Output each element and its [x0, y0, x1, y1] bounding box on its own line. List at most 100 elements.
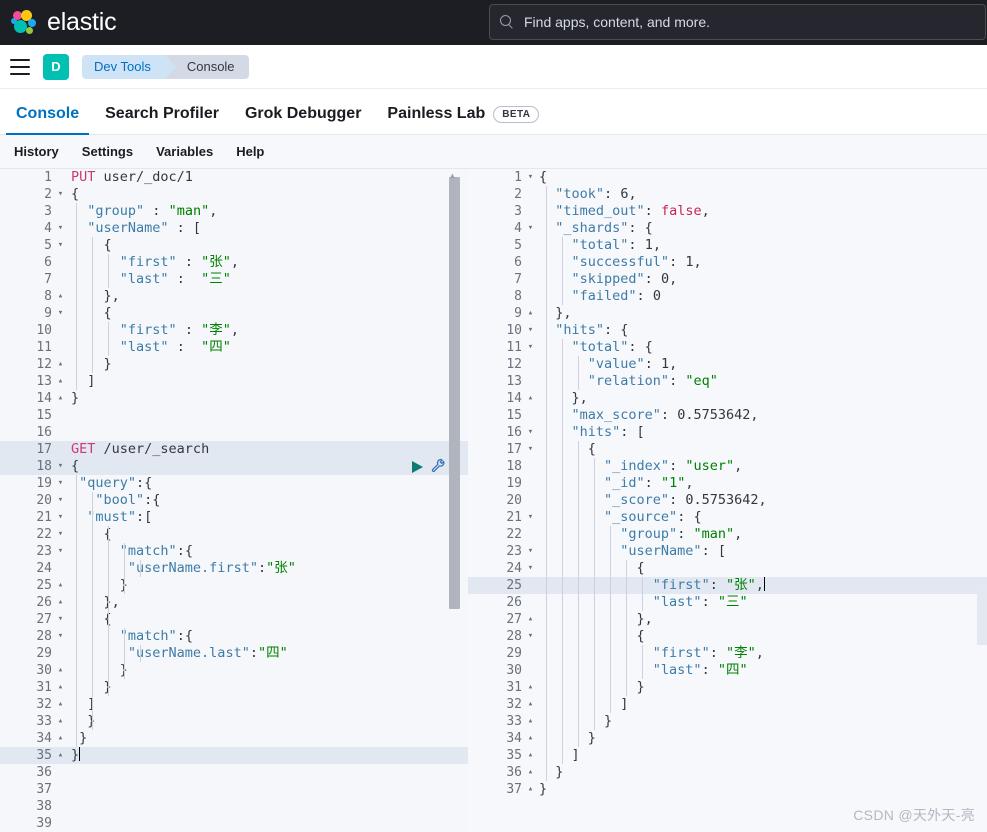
space-avatar[interactable]: D	[43, 53, 69, 80]
code-line[interactable]: 26 ▴ },	[0, 594, 468, 611]
code-line[interactable]: 7 "last" : "三"	[0, 271, 468, 288]
code-line[interactable]: 17 ▾ {	[468, 441, 987, 458]
code-line[interactable]: 4 ▾ "userName" : [	[0, 220, 468, 237]
breadcrumb: Dev Tools Console	[82, 54, 249, 79]
code-line[interactable]: 8 "failed": 0	[468, 288, 987, 305]
scroll-up-arrow-icon[interactable]: ▲	[450, 171, 455, 180]
code-line[interactable]: 6 "successful": 1,	[468, 254, 987, 271]
sub-menu-item-variables[interactable]: Variables	[148, 140, 221, 163]
code-line[interactable]: 14 ▴}	[0, 390, 468, 407]
code-line[interactable]: 27▾ {	[0, 611, 468, 628]
sub-menu-item-help[interactable]: Help	[228, 140, 272, 163]
code-line[interactable]: 24 "userName.first":"张"	[0, 560, 468, 577]
code-line[interactable]: 37	[0, 781, 468, 798]
code-line[interactable]: 12 "value": 1,	[468, 356, 987, 373]
code-line[interactable]: 31▴ }	[468, 679, 987, 696]
tab-grok-debugger[interactable]: Grok Debugger	[232, 105, 374, 134]
code-line[interactable]: 21 ▾ "must":[	[0, 509, 468, 526]
code-line[interactable]: 1 PUT user/_doc/1	[0, 169, 468, 186]
code-line[interactable]: 25 "first": "张",	[468, 577, 987, 594]
code-line[interactable]: 30 ▴ }	[0, 662, 468, 679]
code-line[interactable]: 14 ▴ },	[468, 390, 987, 407]
code-line[interactable]: 35 ▴}	[0, 747, 468, 764]
sub-menu-item-history[interactable]: History	[6, 140, 67, 163]
code-line[interactable]: 33 ▴ }	[468, 713, 987, 730]
token-punct	[71, 645, 128, 661]
tab-console[interactable]: Console	[3, 105, 92, 135]
code-line[interactable]: 34 ▴ }	[468, 730, 987, 747]
code-line[interactable]: 36 ▴ }	[468, 764, 987, 781]
code-line[interactable]: 22 "group": "man",	[468, 526, 987, 543]
code-line[interactable]: 1 ▾ {	[468, 169, 987, 186]
code-line[interactable]: 8 ▴ },	[0, 288, 468, 305]
code-line[interactable]: 27 ▴ },	[468, 611, 987, 628]
code-line[interactable]: 39	[0, 815, 468, 832]
code-line[interactable]: 2 ▾ {	[0, 186, 468, 203]
response-scrollbar[interactable]	[977, 583, 987, 645]
code-line[interactable]: 12 ▴ }	[0, 356, 468, 373]
code-line[interactable]: 30 "last": "四"	[468, 662, 987, 679]
code-line[interactable]: 20 ▾ "bool":{	[0, 492, 468, 509]
code-line[interactable]: 38	[0, 798, 468, 815]
text-caret	[79, 747, 81, 761]
code-line[interactable]: 32 ▴ ]	[0, 696, 468, 713]
code-line[interactable]: 25 ▴ }	[0, 577, 468, 594]
code-line[interactable]: 29 "first": "李",	[468, 645, 987, 662]
tab-painless-lab[interactable]: Painless Lab BETA	[374, 105, 552, 134]
code-line[interactable]: 19 ▾ "query":{	[0, 475, 468, 492]
request-editor[interactable]: 1 PUT user/_doc/1 2 ▾{3 "group" : "man", 4 ▾ …	[0, 169, 468, 832]
code-line[interactable]: 5 ▾ {	[0, 237, 468, 254]
code-line[interactable]: 18 ▾ {	[0, 458, 468, 475]
code-line[interactable]: 18 "_index": "user",	[468, 458, 987, 475]
code-line[interactable]: 23 ▾ "match":{	[0, 543, 468, 560]
code-line[interactable]: 2 "took": 6,	[468, 186, 987, 203]
code-line[interactable]: 33 ▴ }	[0, 713, 468, 730]
code-line[interactable]: 15 "max_score": 0.5753642,	[468, 407, 987, 424]
code-line[interactable]: 5 "total": 1,	[468, 237, 987, 254]
tab-search-profiler[interactable]: Search Profiler	[92, 105, 232, 134]
code-line[interactable]: 7 "skipped": 0,	[468, 271, 987, 288]
code-line[interactable]: 34 ▴ }	[0, 730, 468, 747]
code-line[interactable]: 4 ▾ "_shards": {	[468, 220, 987, 237]
code-line[interactable]: 37 ▴}	[468, 781, 987, 798]
code-line[interactable]: 29 "userName.last":"四"	[0, 645, 468, 662]
code-line[interactable]: 10 "first" : "李",	[0, 322, 468, 339]
code-line[interactable]: 20 "_score": 0.5753642,	[468, 492, 987, 509]
code-line[interactable]: 17 GET /user/_search	[0, 441, 468, 473]
code-line[interactable]: 26 "last": "三"	[468, 594, 987, 611]
token-key: "match"	[119, 628, 177, 644]
breadcrumb-item-dev-tools[interactable]: Dev Tools	[82, 54, 176, 79]
code-line[interactable]: 10 ▾ "hits": {	[468, 322, 987, 339]
global-search-input[interactable]: Find apps, content, and more.	[489, 4, 986, 40]
code-line[interactable]: 36	[0, 764, 468, 781]
code-line[interactable]: 31▴ }	[0, 679, 468, 696]
indent-guide	[546, 611, 547, 628]
code-line[interactable]: 11 ▾ "total": {	[468, 339, 987, 356]
code-line[interactable]: 23 ▾ "userName": [	[468, 543, 987, 560]
response-viewer[interactable]: 1 ▾{2 "took": 6, 3 "timed_out": false, 4 ▾ "…	[468, 169, 987, 832]
code-line[interactable]: 28 ▾ {	[468, 628, 987, 645]
code-line[interactable]: 35 ▴ ]	[468, 747, 987, 764]
sub-menu-item-settings[interactable]: Settings	[74, 140, 141, 163]
code-line[interactable]: 21 ▾ "_source": {	[468, 509, 987, 526]
code-line[interactable]: 11 "last" : "四"	[0, 339, 468, 356]
code-line[interactable]: 3 "timed_out": false,	[468, 203, 987, 220]
code-line[interactable]: 3 "group" : "man",	[0, 203, 468, 220]
hamburger-menu-icon[interactable]	[10, 58, 30, 75]
code-line[interactable]: 16	[0, 424, 468, 441]
code-line[interactable]: 13 ▴ ]	[0, 373, 468, 390]
request-editor-scrollbar[interactable]: ▲	[449, 169, 460, 832]
breadcrumb-item-console[interactable]: Console	[164, 54, 249, 79]
code-line[interactable]: 22▾ {	[0, 526, 468, 543]
code-line[interactable]: 19 "_id": "1",	[468, 475, 987, 492]
code-line[interactable]: 9 ▴ },	[468, 305, 987, 322]
code-line[interactable]: 6 "first" : "张",	[0, 254, 468, 271]
code-line[interactable]: 15	[0, 407, 468, 424]
code-line[interactable]: 28 ▾ "match":{	[0, 628, 468, 645]
code-line[interactable]: 13 "relation": "eq"	[468, 373, 987, 390]
code-line[interactable]: 16 ▾ "hits": [	[468, 424, 987, 441]
code-line[interactable]: 9 ▾ {	[0, 305, 468, 322]
code-line[interactable]: 32 ▴ ]	[468, 696, 987, 713]
line-number: 16	[0, 424, 56, 441]
code-line[interactable]: 24 ▾ {	[468, 560, 987, 577]
